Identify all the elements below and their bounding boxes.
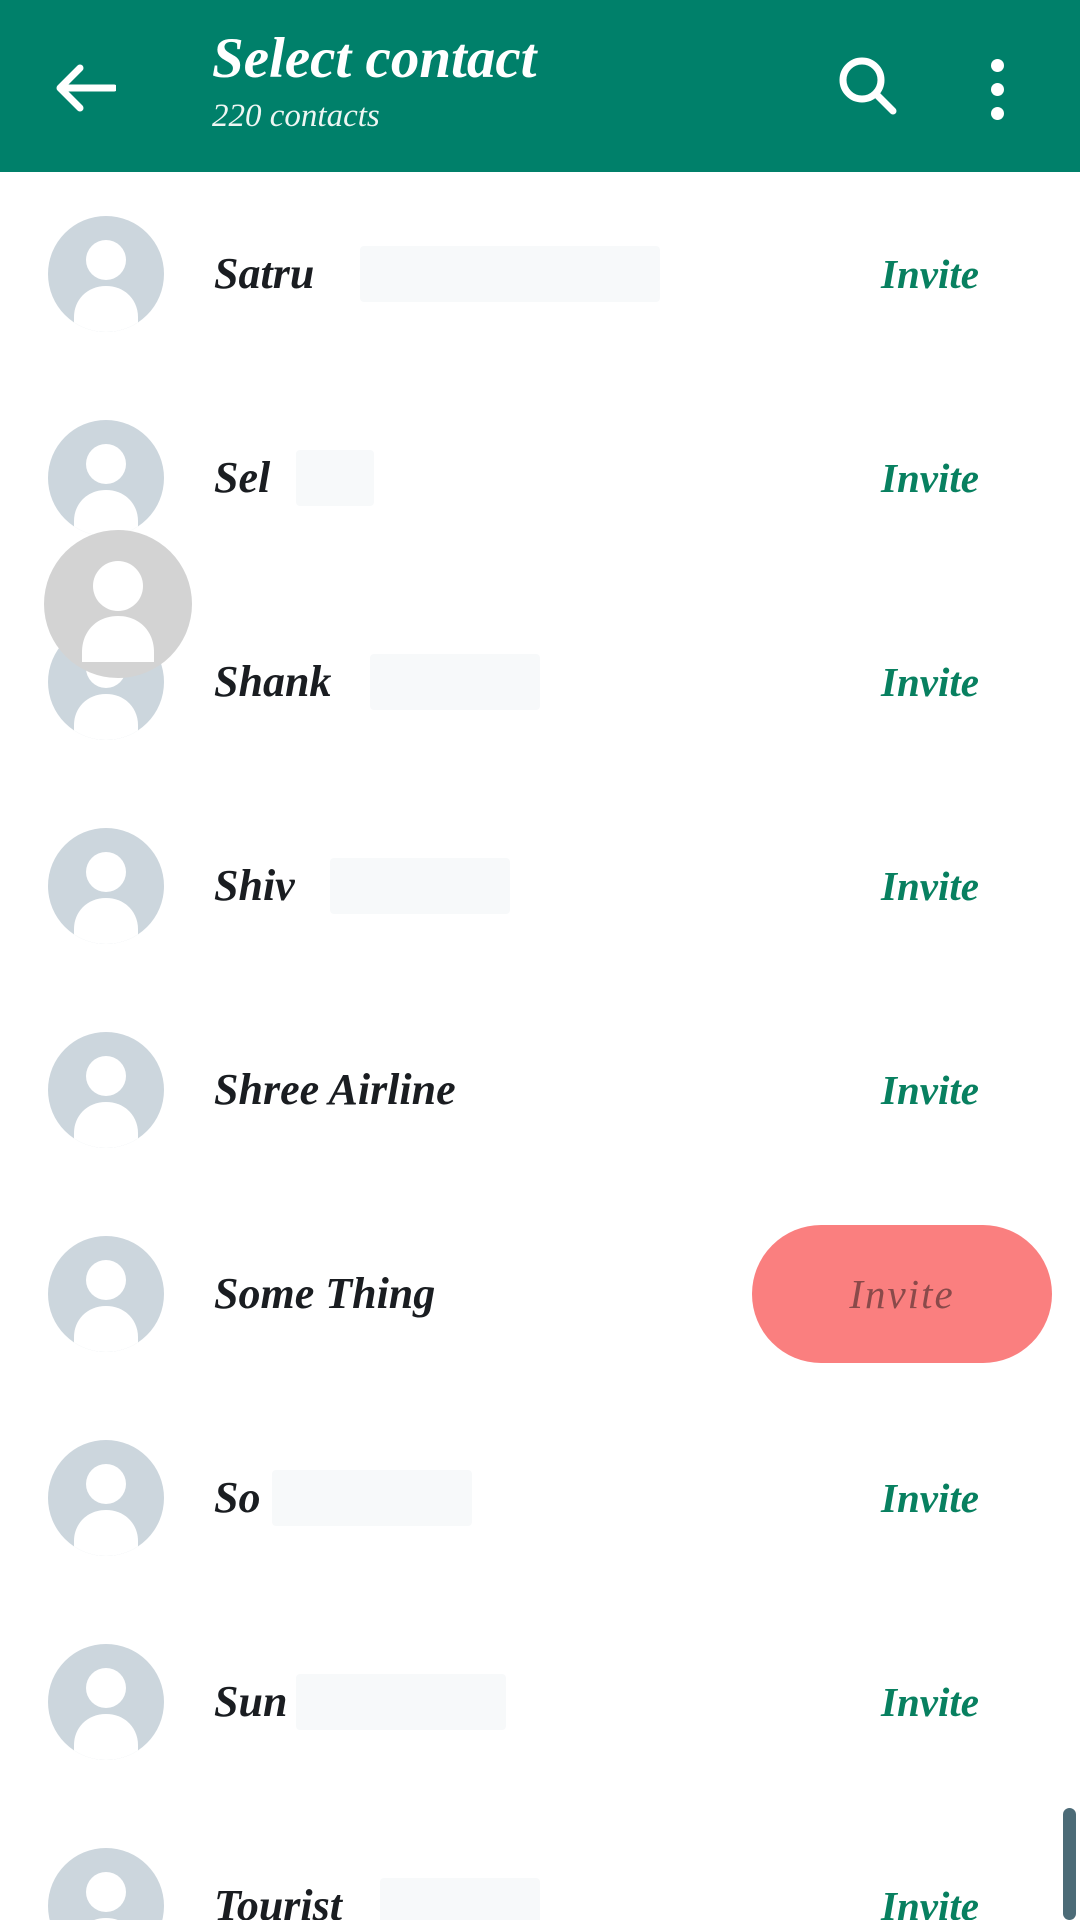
person-avatar-icon bbox=[74, 1464, 138, 1556]
person-avatar-icon bbox=[86, 1872, 126, 1920]
back-button[interactable] bbox=[42, 52, 126, 124]
person-avatar-icon bbox=[74, 240, 138, 332]
avatar bbox=[48, 624, 164, 740]
title-block: Select contact 220 contacts bbox=[212, 28, 537, 136]
invite-button[interactable]: Invite bbox=[780, 1473, 1080, 1523]
contact-name: Some Thing bbox=[214, 1269, 436, 1318]
person-avatar-icon bbox=[74, 648, 138, 740]
avatar bbox=[48, 1236, 164, 1352]
invite-button[interactable]: Invite bbox=[780, 861, 1080, 911]
invite-button[interactable]: Invite bbox=[780, 453, 1080, 503]
contact-row[interactable]: Tourist Invite bbox=[0, 1804, 1080, 1920]
avatar bbox=[48, 1644, 164, 1760]
redacted-name-region bbox=[272, 1470, 472, 1526]
search-button[interactable] bbox=[826, 48, 908, 130]
contact-list[interactable]: Satru Invite Sel Invite Shank Invite Shiv Invit… bbox=[0, 172, 1080, 1920]
person-avatar-icon bbox=[74, 1260, 138, 1352]
avatar bbox=[48, 420, 164, 536]
redacted-name-region bbox=[296, 1674, 506, 1730]
contact-row[interactable]: Shiv Invite bbox=[0, 784, 1080, 988]
invite-button[interactable]: Invite bbox=[780, 1881, 1080, 1920]
contact-name: Satru bbox=[214, 249, 315, 298]
person-avatar-icon bbox=[74, 444, 138, 536]
redacted-name-region bbox=[296, 450, 374, 506]
contact-row[interactable]: Some Thing Invite bbox=[0, 1192, 1080, 1396]
avatar bbox=[48, 216, 164, 332]
contact-name: Shiv bbox=[214, 861, 295, 910]
invite-button[interactable]: Invite bbox=[780, 1677, 1080, 1727]
app-bar: Select contact 220 contacts bbox=[0, 0, 1080, 172]
contact-name: Sun bbox=[214, 1677, 288, 1726]
more-vertical-icon bbox=[990, 58, 1004, 120]
contacts-count-subtitle: 220 contacts bbox=[212, 98, 380, 134]
page-title: Select contact bbox=[212, 27, 537, 90]
avatar bbox=[48, 828, 164, 944]
redacted-name-region bbox=[370, 654, 540, 710]
arrow-left-icon bbox=[52, 60, 116, 116]
invite-button[interactable]: Invite bbox=[780, 657, 1080, 707]
select-contact-screen: Select contact 220 contacts Satru Invite S… bbox=[0, 0, 1080, 1920]
contact-name: Sel bbox=[214, 453, 271, 502]
contact-name: Shree Airline bbox=[214, 1065, 456, 1114]
invite-button[interactable]: Invite bbox=[780, 249, 1080, 299]
avatar bbox=[48, 1440, 164, 1556]
avatar bbox=[48, 1032, 164, 1148]
redacted-name-region bbox=[330, 858, 510, 914]
contact-name: Shank bbox=[214, 657, 332, 706]
scrollbar-thumb[interactable] bbox=[1063, 1808, 1076, 1920]
invite-button[interactable]: Invite bbox=[780, 1065, 1080, 1115]
redacted-name-region bbox=[360, 246, 660, 302]
scrollbar-track[interactable] bbox=[1063, 172, 1080, 1920]
overflow-menu-button[interactable] bbox=[962, 48, 1032, 130]
person-avatar-icon bbox=[74, 1668, 138, 1760]
contact-row[interactable]: So Invite bbox=[0, 1396, 1080, 1600]
contact-name: So bbox=[214, 1473, 261, 1522]
contact-name: Tourist bbox=[214, 1881, 343, 1920]
person-avatar-icon bbox=[74, 852, 138, 944]
contact-row[interactable]: Sun Invite bbox=[0, 1600, 1080, 1804]
avatar bbox=[48, 1848, 164, 1920]
contact-row[interactable]: Shank Invite bbox=[0, 580, 1080, 784]
contact-row[interactable]: Sel Invite bbox=[0, 376, 1080, 580]
contact-row[interactable]: Shree Airline Invite bbox=[0, 988, 1080, 1192]
person-avatar-icon bbox=[74, 1056, 138, 1148]
redacted-name-region bbox=[380, 1878, 540, 1920]
contact-row[interactable]: Satru Invite bbox=[0, 172, 1080, 376]
invite-button[interactable]: Invite bbox=[752, 1269, 1052, 1319]
search-icon bbox=[831, 51, 903, 128]
